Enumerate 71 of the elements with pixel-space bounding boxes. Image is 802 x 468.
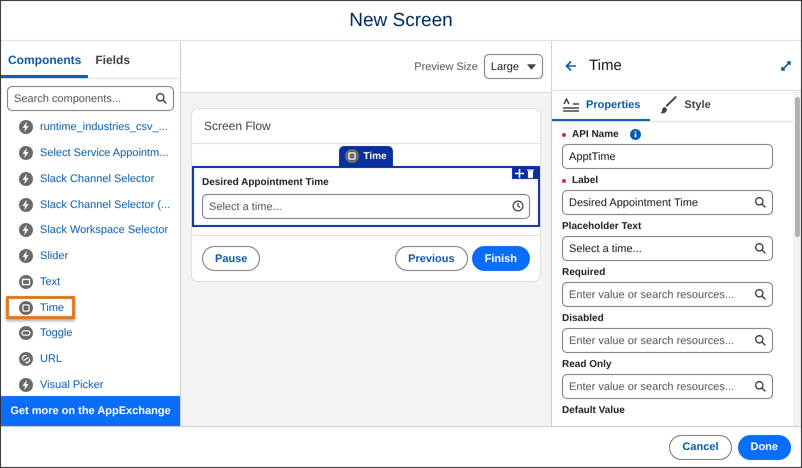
back-arrow-icon[interactable]	[565, 60, 577, 72]
flow-button[interactable]: Pause	[202, 246, 260, 271]
property-field[interactable]: Enter value or search resources...	[562, 374, 773, 399]
component-item[interactable]: Time	[6, 296, 76, 319]
time-field[interactable]: Select a time...	[202, 194, 530, 219]
search-icon	[754, 380, 767, 393]
bolt-icon	[19, 223, 33, 238]
property-field[interactable]: ApptTime	[562, 144, 773, 169]
search-icon	[754, 242, 767, 255]
toggle-icon	[19, 326, 33, 340]
bolt-icon	[19, 378, 33, 392]
appexchange-link[interactable]: Get more on the AppExchange	[1, 396, 180, 426]
component-item[interactable]: runtime_industries_csv_...	[6, 116, 179, 139]
property-label: Label	[572, 175, 598, 186]
search-icon	[155, 92, 168, 105]
toolbar-drawing[interactable]	[512, 168, 538, 179]
component-item[interactable]: Slack Workspace Selector	[6, 218, 180, 242]
property-field[interactable]: Select a time...	[562, 236, 773, 261]
brush-icon	[660, 96, 678, 114]
dialog-button[interactable]: Cancel	[669, 434, 732, 460]
flow-button[interactable]: Previous	[395, 246, 468, 271]
clock-icon	[512, 200, 524, 212]
field-label: Desired Appointment Time	[202, 177, 330, 188]
component-item[interactable]: Slack Channel Selector	[6, 167, 166, 190]
text-icon	[19, 274, 33, 289]
properties-tab[interactable]: Properties	[552, 91, 650, 121]
screen-title: Screen Flow	[204, 119, 271, 133]
search-icon	[754, 288, 767, 301]
component-item[interactable]: Select Service Appointm...	[6, 142, 180, 164]
dialog-title: New Screen	[349, 10, 453, 32]
property-label: API Name	[572, 129, 619, 140]
dialog-button[interactable]: Done	[738, 434, 791, 460]
url-icon	[19, 352, 33, 366]
time-icon	[345, 149, 360, 163]
bolt-icon	[19, 249, 33, 264]
panel-tab[interactable]: Components	[1, 47, 88, 78]
property-field[interactable]: Desired Appointment Time	[562, 190, 773, 215]
property-label: Read Only	[562, 359, 612, 370]
flow-button[interactable]: Finish	[472, 246, 530, 271]
preview-size-select[interactable]: Large	[484, 54, 543, 79]
component-item[interactable]: Slider	[6, 244, 80, 268]
preview-size-label: Preview Size	[414, 60, 478, 72]
bolt-icon	[19, 172, 33, 186]
component-item[interactable]: Text	[6, 270, 72, 294]
property-label: Required	[562, 267, 606, 278]
component-item[interactable]: URL	[6, 348, 74, 370]
search-field[interactable]: Search components...	[7, 86, 174, 111]
component-item[interactable]: Toggle	[6, 322, 84, 345]
panel-title: Time	[589, 57, 623, 74]
component-tag[interactable]: Time	[339, 146, 393, 166]
text-lines-icon	[562, 98, 580, 112]
selected-component[interactable]: Desired Appointment Time Select a time...	[192, 166, 540, 227]
search-icon	[754, 196, 767, 209]
property-label: Default Value	[562, 405, 625, 416]
properties-tab[interactable]: Style	[650, 91, 721, 121]
property-label: Placeholder Text	[562, 221, 642, 232]
panel-tab[interactable]: Fields	[88, 47, 138, 78]
time-icon	[19, 300, 33, 314]
property-field[interactable]: Enter value or search resources...	[562, 328, 773, 353]
property-field[interactable]: Enter value or search resources...	[562, 282, 773, 307]
bolt-icon	[19, 146, 33, 160]
info-icon[interactable]	[630, 129, 641, 140]
caret-icon	[527, 64, 536, 70]
search-icon	[754, 334, 767, 347]
expand-icon[interactable]	[781, 60, 791, 70]
property-label: Disabled	[562, 313, 604, 324]
bolt-icon	[19, 120, 33, 134]
component-item[interactable]: Visual Picker	[6, 373, 114, 396]
scrollbar-thumb[interactable]	[794, 97, 800, 237]
bolt-icon	[19, 198, 33, 212]
component-item[interactable]: Slack Channel Selector (...	[6, 193, 182, 216]
